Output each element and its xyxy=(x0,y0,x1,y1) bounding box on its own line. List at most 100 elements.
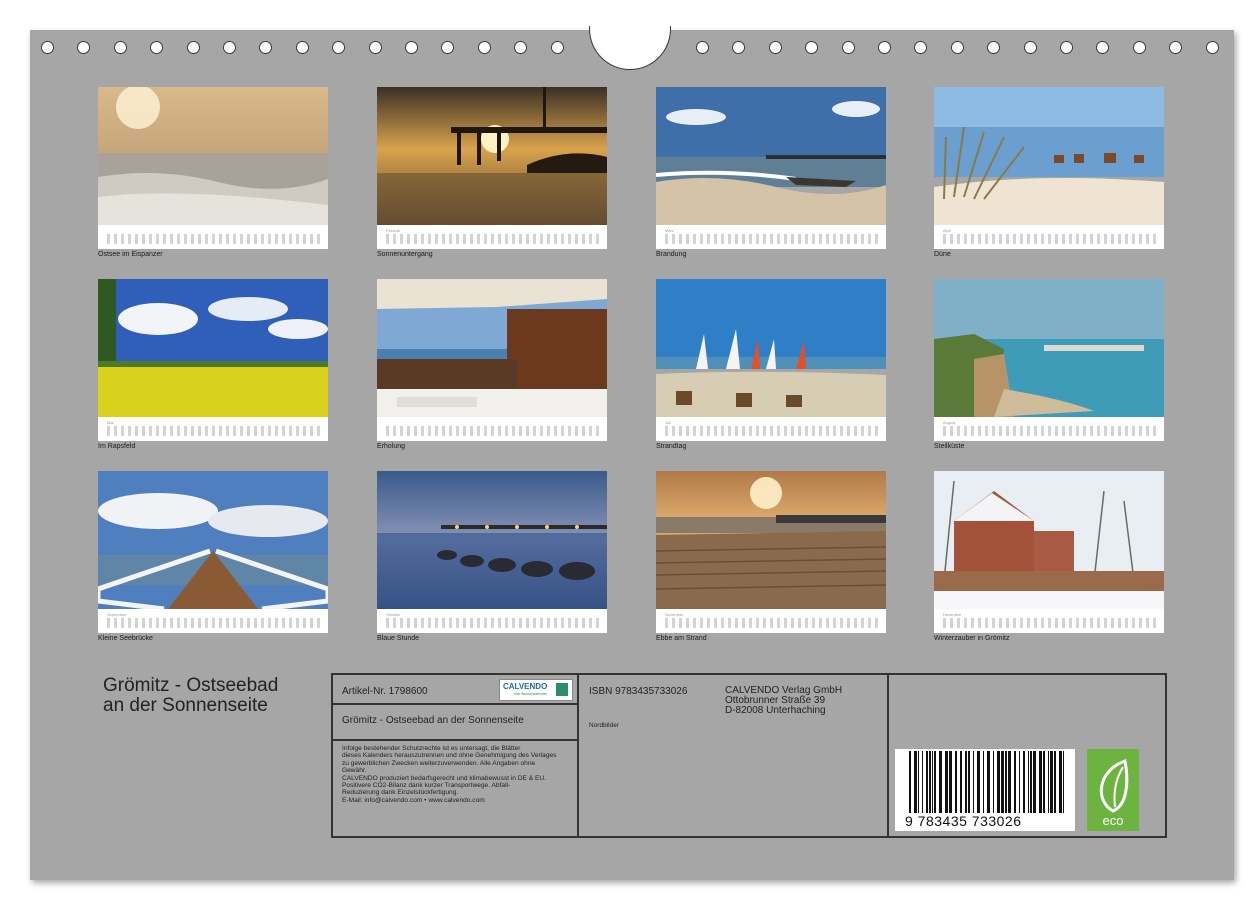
month-photo xyxy=(934,471,1164,609)
day-row xyxy=(107,618,322,628)
month-label: Juli xyxy=(665,420,672,425)
photo-caption: Ostsee im Eispanzer xyxy=(98,251,163,258)
photo-caption: Strandtag xyxy=(656,443,687,450)
binding-hole xyxy=(295,41,309,54)
calendar-strip: April xyxy=(934,225,1164,249)
binding-hole xyxy=(1205,41,1219,54)
binding-hole xyxy=(223,41,236,54)
legal-line: zu gewerblichen Zwecken weiterzuverwende… xyxy=(342,759,536,767)
day-row xyxy=(107,426,322,436)
binding-hole xyxy=(1023,41,1037,54)
month-label: März xyxy=(665,228,674,233)
month-label: Februar xyxy=(386,228,401,233)
photo-caption: Kleine Seebrücke xyxy=(98,635,153,642)
calendar-strip: Oktober xyxy=(377,609,607,633)
eco-badge: eco xyxy=(1087,749,1139,831)
month-label: Dezember xyxy=(943,612,962,617)
photo-caption: Ebbe am Strand xyxy=(656,635,707,642)
month-label: August xyxy=(943,420,956,425)
legal-line: Infolge bestehender Schutzrechte ist es … xyxy=(342,745,521,752)
calendar-strip xyxy=(377,417,607,441)
month-photo xyxy=(934,279,1164,417)
photo-caption: Winterzauber in Grömitz xyxy=(934,635,1010,642)
legal-line: E-Mail: info@calvendo.com • www.calvendo… xyxy=(342,796,485,804)
divider xyxy=(577,675,579,836)
photo-caption: Steilküste xyxy=(934,443,965,450)
legal-line: dieses Kalenders herauszutrennen und ohn… xyxy=(342,752,557,760)
month-photo xyxy=(98,471,328,609)
month-label: Oktober xyxy=(386,612,401,617)
day-row xyxy=(665,426,880,436)
photo-caption: Düne xyxy=(934,251,951,258)
calendar-strip: Februar xyxy=(377,225,607,249)
month-thumbnail: November Ebbe am Strand xyxy=(656,471,886,644)
divider xyxy=(887,675,889,836)
binding-hole xyxy=(368,41,382,54)
month-photo xyxy=(656,87,886,225)
legal-line: Gewähr. xyxy=(342,767,367,775)
isbn: ISBN 9783435733026 xyxy=(589,686,688,697)
month-thumbnail: Oktober Blaue Stunde xyxy=(377,471,607,644)
month-photo xyxy=(98,87,328,225)
month-thumbnail: Mai Im Rapsfeld xyxy=(98,279,328,452)
legal-line: CALVENDO produziert bedarfsgerecht und k… xyxy=(342,774,547,782)
publisher-city: D-82008 Unterhaching xyxy=(725,705,826,716)
day-row xyxy=(665,234,880,244)
calendar-strip: August xyxy=(934,417,1164,441)
month-photo xyxy=(98,279,328,417)
product-info-box: Artikel-Nr. 1798600 CALVENDO Ihre Wunsch… xyxy=(331,673,1167,838)
month-thumbnail: Erholung xyxy=(377,279,607,452)
logo-subtext: Ihre Wunschkalender xyxy=(514,692,548,696)
calendar-strip: März xyxy=(656,225,886,249)
month-photo xyxy=(934,87,1164,225)
binding-hole xyxy=(41,41,54,54)
eco-label: eco xyxy=(1102,813,1124,828)
isbn-barcode: 9 783435 733026 xyxy=(895,749,1075,831)
category: Nordbilder xyxy=(589,722,619,729)
calvendo-logo: CALVENDO Ihre Wunschkalender xyxy=(499,679,573,701)
month-photo xyxy=(656,279,886,417)
month-photo xyxy=(656,471,886,609)
calendar-strip: November xyxy=(656,609,886,633)
binding-hole xyxy=(186,41,200,54)
divider xyxy=(333,703,579,705)
legal-line: Reduzierung dank Einzelstückfertigung. xyxy=(342,789,459,797)
photo-caption: Brandung xyxy=(656,251,687,258)
calendar-title: Grömitz - Ostseebad an der Sonnenseite xyxy=(103,676,323,716)
calendar-title-line-2: an der Sonnenseite xyxy=(103,695,268,716)
binding-hole xyxy=(1132,41,1146,54)
day-row xyxy=(107,234,322,244)
photo-caption: Blaue Stunde xyxy=(377,635,420,642)
month-thumbnail: März Brandung xyxy=(656,87,886,260)
month-label: September xyxy=(107,612,127,617)
binding-hole xyxy=(950,41,964,54)
day-row xyxy=(386,234,601,244)
calendar-strip: Juli xyxy=(656,417,886,441)
binding-hole xyxy=(878,41,891,54)
month-label: Mai xyxy=(107,420,114,425)
product-title: Grömitz - Ostseebad an der Sonnenseite xyxy=(342,715,524,726)
day-row xyxy=(943,234,1158,244)
day-row xyxy=(386,618,601,628)
month-photo xyxy=(377,471,607,609)
calendar-strip xyxy=(98,225,328,249)
day-row xyxy=(665,618,880,628)
binding-hole xyxy=(405,41,418,54)
month-thumbnail: September Kleine Seebrücke xyxy=(98,471,328,644)
month-label: November xyxy=(665,612,684,617)
month-thumbnail: August Steilküste xyxy=(934,279,1164,452)
binding-hole xyxy=(696,41,709,54)
article-number: Artikel-Nr. 1798600 xyxy=(342,686,428,697)
month-thumbnail: April Düne xyxy=(934,87,1164,260)
calendar-strip: Mai xyxy=(98,417,328,441)
legal-notice: Infolge bestehender Schutzrechte ist es … xyxy=(342,745,574,804)
photo-caption: Sonnenuntergang xyxy=(377,251,433,258)
month-photo xyxy=(377,87,607,225)
calendar-strip: September xyxy=(98,609,328,633)
calendar-strip: Dezember xyxy=(934,609,1164,633)
calendar-title-line-1: Grömitz - Ostseebad xyxy=(103,675,279,696)
month-thumbnail: Ostsee im Eispanzer xyxy=(98,87,328,260)
legal-line: Positivere CO2-Bilanz dank kurzer Transp… xyxy=(342,782,511,790)
logo-text: CALVENDO xyxy=(503,682,548,691)
binding-hole xyxy=(113,41,127,54)
